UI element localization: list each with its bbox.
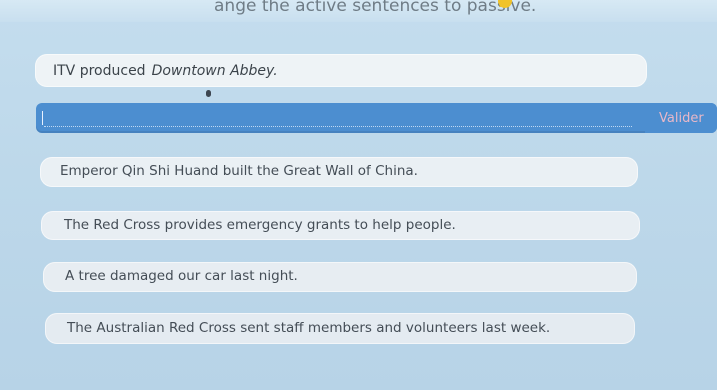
given-sentence-card: ITV produced Downtown Abbey. bbox=[35, 54, 647, 87]
answer-input-bar bbox=[36, 103, 717, 133]
sentence-option[interactable]: The Australian Red Cross sent staff memb… bbox=[45, 313, 635, 344]
given-sentence-text: ITV produced bbox=[53, 62, 146, 79]
instruction-strip: ange the active sentences to passive. 1 bbox=[0, 0, 717, 22]
instruction-text: ange the active sentences to passive. bbox=[214, 0, 537, 16]
text-cursor bbox=[42, 111, 43, 125]
valider-button[interactable]: Valider bbox=[645, 103, 717, 133]
sentence-option-text: The Red Cross provides emergency grants … bbox=[64, 216, 456, 233]
given-sentence-title: Downtown Abbey. bbox=[151, 62, 278, 79]
sentence-option[interactable]: Emperor Qin Shi Huand built the Great Wa… bbox=[40, 157, 638, 187]
sentence-option-text: A tree damaged our car last night. bbox=[65, 268, 298, 285]
sentence-option-text: The Australian Red Cross sent staff memb… bbox=[67, 319, 551, 336]
sentence-option-text: Emperor Qin Shi Huand built the Great Wa… bbox=[60, 163, 418, 180]
sentence-option[interactable]: The Red Cross provides emergency grants … bbox=[41, 211, 640, 240]
sentence-option[interactable]: A tree damaged our car last night. bbox=[43, 262, 637, 292]
answer-input[interactable] bbox=[44, 110, 632, 127]
mouse-cursor-icon bbox=[206, 90, 211, 97]
